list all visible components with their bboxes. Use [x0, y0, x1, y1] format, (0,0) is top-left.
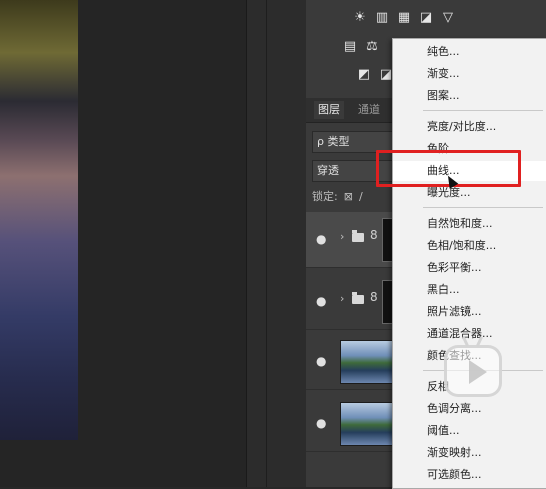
channel-mixer-icon[interactable]: ▤ [342, 38, 358, 54]
menu-item-gradient-map[interactable]: 渐变映射... [393, 443, 546, 463]
canvas-bottom-area [0, 440, 78, 487]
menu-item-threshold[interactable]: 阈值... [393, 421, 546, 441]
adjustment-icons-row-1: ☀ ▥ ▦ ◪ ▽ [352, 9, 456, 25]
vibrance-icon[interactable]: ▽ [440, 9, 456, 25]
menu-item-vibrance[interactable]: 自然饱和度... [393, 214, 546, 234]
layer-thumbnail [340, 340, 396, 384]
eye-icon[interactable]: ● [316, 232, 326, 246]
pasteboard [78, 0, 246, 487]
adjustment-layer-menu: 纯色... 渐变... 图案... 亮度/对比度... 色阶... 曲线... … [392, 38, 546, 489]
layer-row-image-2[interactable]: ● [306, 396, 396, 452]
canvas-image[interactable] [0, 0, 78, 440]
lock-transparent-icon[interactable]: ⊠ [344, 190, 353, 203]
gutter-divider [266, 0, 267, 487]
folder-icon [352, 292, 364, 304]
curves-icon[interactable]: ▦ [396, 9, 412, 25]
adjustment-icons-row-3: ◩ ◪ [356, 66, 394, 82]
lock-row: 锁定: ⊠ ∕ [312, 188, 363, 204]
menu-item-brightness-contrast[interactable]: 亮度/对比度... [393, 117, 546, 137]
menu-item-color-balance[interactable]: 色彩平衡... [393, 258, 546, 278]
menu-item-gradient[interactable]: 渐变... [393, 64, 546, 84]
layer-row-group-1[interactable]: ● › 8 [306, 212, 396, 268]
levels-icon[interactable]: ▥ [374, 9, 390, 25]
color-balance-icon[interactable]: ⚖ [364, 38, 380, 54]
eye-icon[interactable]: ● [316, 416, 326, 430]
menu-item-posterize[interactable]: 色调分离... [393, 399, 546, 419]
layer-thumbnail [340, 402, 396, 446]
chevron-right-icon[interactable]: › [340, 292, 344, 305]
link-icon: 8 [370, 228, 378, 242]
adjustment-icons-row-2: ▤ ⚖ [342, 38, 380, 54]
menu-item-solid-color[interactable]: 纯色... [393, 42, 546, 62]
menu-item-selective-color[interactable]: 可选颜色... [393, 465, 546, 485]
play-icon [444, 345, 502, 397]
menu-item-photo-filter[interactable]: 照片滤镜... [393, 302, 546, 322]
lock-label: 锁定: [312, 190, 338, 203]
tab-channels[interactable]: 通道 [354, 101, 384, 119]
chevron-right-icon[interactable]: › [340, 230, 344, 243]
menu-separator [423, 110, 543, 111]
eye-icon[interactable]: ● [316, 294, 326, 308]
link-icon: 8 [370, 290, 378, 304]
menu-item-pattern[interactable]: 图案... [393, 86, 546, 106]
layer-row-image-1[interactable]: ● [306, 334, 396, 390]
eye-icon[interactable]: ● [316, 354, 326, 368]
folder-icon [352, 230, 364, 242]
menu-item-hue-saturation[interactable]: 色相/饱和度... [393, 236, 546, 256]
panel-gutter [246, 0, 307, 487]
exposure-icon[interactable]: ◪ [418, 9, 434, 25]
tab-layers[interactable]: 图层 [314, 101, 344, 119]
layer-row-group-2[interactable]: ● › 8 [306, 274, 396, 330]
menu-item-black-white[interactable]: 黑白... [393, 280, 546, 300]
lock-brush-icon[interactable]: ∕ [359, 190, 363, 203]
menu-separator [423, 207, 543, 208]
brightness-icon[interactable]: ☀ [352, 9, 368, 25]
invert-icon[interactable]: ◩ [356, 66, 372, 82]
